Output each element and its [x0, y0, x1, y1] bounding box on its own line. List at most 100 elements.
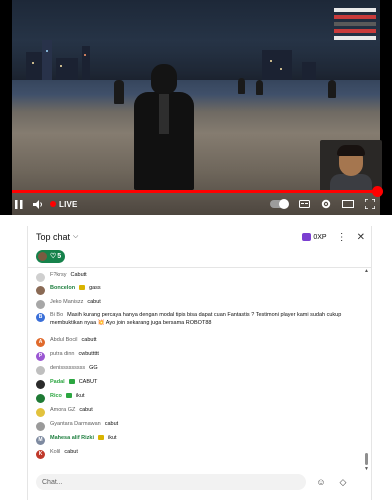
- gear-icon: [321, 199, 331, 209]
- chat-message[interactable]: B Bi Bo Masih kurang percaya hanya dengan …: [28, 312, 358, 327]
- avatar[interactable]: [36, 273, 45, 282]
- autoplay-toggle[interactable]: [268, 199, 290, 209]
- scroll-thumb[interactable]: [365, 453, 368, 465]
- xp-icon: [302, 233, 312, 241]
- subtitles-button[interactable]: [294, 200, 314, 208]
- chat-message[interactable]: F?krsy Cabutt: [28, 272, 358, 282]
- background-person: [238, 78, 245, 94]
- avatar[interactable]: [36, 422, 45, 431]
- message-text: cabut: [64, 449, 78, 455]
- theater-icon: [342, 200, 354, 208]
- background-person: [328, 80, 336, 98]
- message-text: cwbuttttt: [78, 351, 99, 357]
- volume-button[interactable]: [30, 199, 46, 209]
- xp-badge[interactable]: 0XP: [302, 233, 327, 241]
- message-author[interactable]: Jeko Maniszz: [50, 299, 83, 305]
- chat-header: Top chat ⌵ 0XP ⋮ ✕: [28, 226, 371, 248]
- message-text: cabut: [87, 299, 101, 305]
- message-author[interactable]: Abdul Bocil: [50, 337, 78, 343]
- message-author[interactable]: Rico: [50, 393, 62, 399]
- message-author[interactable]: Bi Bo: [50, 312, 63, 318]
- avatar[interactable]: A: [36, 338, 45, 347]
- super-chat-icon[interactable]: ◇: [336, 475, 350, 489]
- message-author[interactable]: denisssssssss: [50, 365, 85, 371]
- chat-input[interactable]: [36, 474, 306, 490]
- page: LIVE Top chat ⌵ 0XP ⋮ ✕ ♡ 5 F?krsy Cabut…: [0, 0, 392, 500]
- fullscreen-icon: [365, 199, 375, 209]
- video-player[interactable]: LIVE: [0, 0, 392, 215]
- more-options-icon[interactable]: ⋮: [337, 232, 347, 243]
- chat-message[interactable]: Jeko Maniszz cabut: [28, 299, 358, 309]
- member-badge-icon: [98, 435, 105, 441]
- game-hud: [334, 8, 376, 43]
- avatar[interactable]: [36, 394, 45, 403]
- theater-mode-button[interactable]: [338, 200, 358, 208]
- volume-icon: [33, 199, 42, 209]
- message-author[interactable]: Kolil: [50, 449, 60, 455]
- chat-mode-selector[interactable]: Top chat: [36, 232, 70, 242]
- chat-scrollbar[interactable]: ▲ ▼: [364, 268, 369, 472]
- message-text: cabutt: [81, 337, 97, 343]
- scroll-down-icon[interactable]: ▼: [364, 466, 369, 472]
- chat-message[interactable]: Padal CABUT: [28, 379, 358, 389]
- chat-message[interactable]: Boncelon gass: [28, 285, 358, 295]
- streamer-webcam: [320, 140, 382, 192]
- message-author[interactable]: putra dinn: [50, 351, 74, 357]
- close-icon[interactable]: ✕: [357, 232, 365, 243]
- scroll-up-icon[interactable]: ▲: [364, 268, 369, 274]
- live-chat-panel: Top chat ⌵ 0XP ⋮ ✕ ♡ 5 F?krsy Cabutt Bonce…: [27, 226, 372, 500]
- message-author[interactable]: Mahesa alif Rizki: [50, 435, 94, 441]
- pause-button[interactable]: [12, 199, 26, 209]
- chat-message[interactable]: denisssssssss GG: [28, 365, 358, 375]
- chat-message[interactable]: Rico ikut: [28, 393, 358, 403]
- chat-message[interactable]: A Abdul Bocil cabutt: [28, 337, 358, 347]
- settings-button[interactable]: [316, 199, 336, 209]
- message-author[interactable]: F?krsy: [50, 272, 67, 278]
- chat-message[interactable]: K Kolil cabut: [28, 449, 358, 459]
- chat-messages: F?krsy Cabutt Boncelon gass Jeko Maniszz cabu…: [28, 266, 366, 476]
- message-author[interactable]: Padal: [50, 379, 65, 385]
- progress-fill: [12, 190, 379, 193]
- chat-message[interactable]: Amora GZ cabut: [28, 407, 358, 417]
- avatar[interactable]: M: [36, 436, 45, 445]
- member-badge-icon: [79, 285, 86, 291]
- emoji-icon[interactable]: ☺: [314, 475, 328, 489]
- avatar[interactable]: [36, 408, 45, 417]
- chat-message[interactable]: Gyantara Darmawan cabut: [28, 421, 358, 431]
- captions-icon: [298, 200, 310, 208]
- pause-icon: [15, 199, 23, 209]
- member-badge-icon: [65, 393, 72, 399]
- avatar[interactable]: [36, 286, 45, 295]
- avatar: [38, 251, 47, 261]
- message-text: gass: [89, 285, 101, 291]
- avatar[interactable]: [36, 300, 45, 309]
- video-frame: [12, 0, 382, 215]
- message-author[interactable]: Gyantara Darmawan: [50, 421, 101, 427]
- live-indicator[interactable]: LIVE: [50, 200, 78, 209]
- pill-count: 5: [57, 252, 62, 260]
- top-chatters-pill[interactable]: ♡ 5: [36, 249, 66, 263]
- avatar[interactable]: P: [36, 352, 45, 361]
- fullscreen-button[interactable]: [360, 199, 380, 209]
- message-text: ikut: [75, 393, 85, 399]
- message-text: cabut: [79, 407, 93, 413]
- avatar[interactable]: K: [36, 450, 45, 459]
- player-controls: LIVE: [12, 194, 380, 214]
- message-text: ikut: [108, 435, 117, 441]
- avatar[interactable]: B: [36, 313, 45, 322]
- message-author[interactable]: Boncelon: [50, 285, 75, 291]
- chat-input-row: ☺ ◇: [36, 473, 366, 491]
- message-text: Masih kurang percaya hanya dengan modal …: [50, 312, 342, 326]
- message-text: cabut: [104, 421, 119, 427]
- message-text: CABUT: [78, 379, 98, 385]
- member-badge-icon: [68, 379, 75, 385]
- progress-bar[interactable]: [12, 186, 384, 197]
- avatar[interactable]: [36, 366, 45, 375]
- chat-message[interactable]: Pputra dinn cwbuttttt: [28, 351, 358, 361]
- message-author[interactable]: Amora GZ: [50, 407, 75, 413]
- live-dot: [50, 201, 56, 207]
- avatar[interactable]: [36, 380, 45, 389]
- chat-message[interactable]: M Mahesa alif Rizki ikut: [28, 435, 358, 445]
- message-text: GG: [89, 365, 98, 371]
- chevron-down-icon[interactable]: ⌵: [73, 233, 78, 241]
